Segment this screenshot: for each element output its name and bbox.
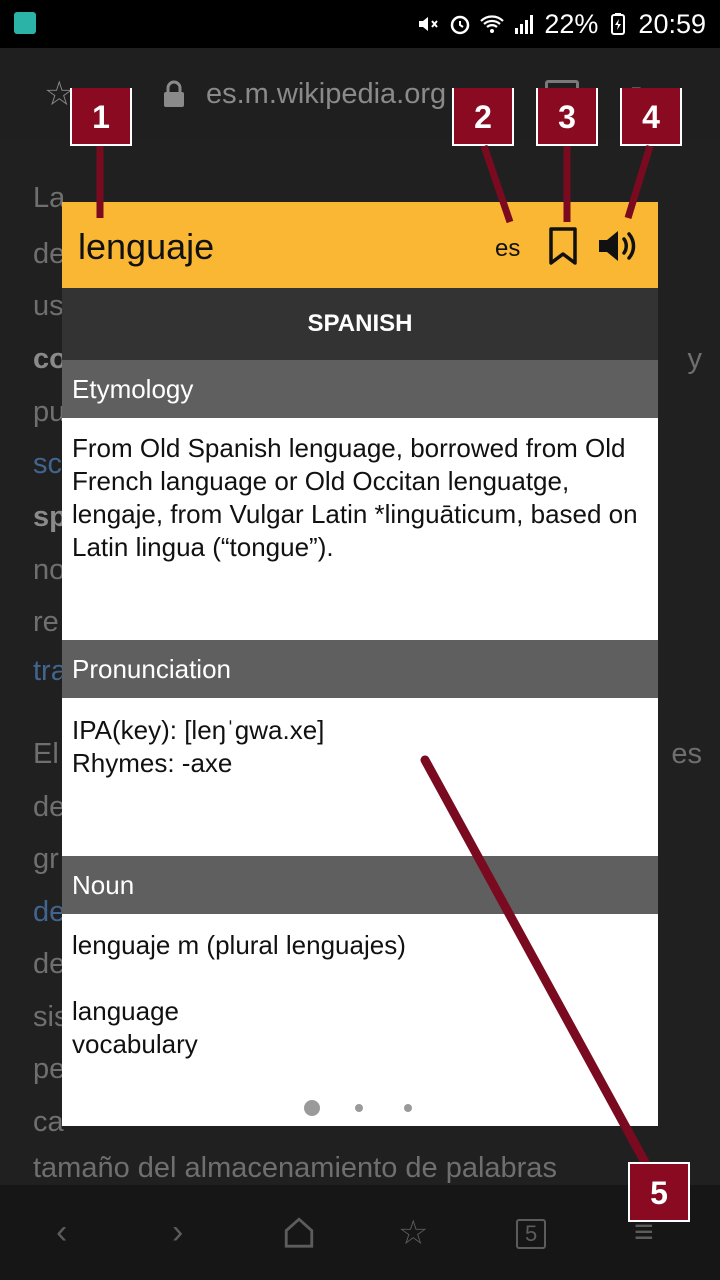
wifi-icon bbox=[480, 15, 505, 33]
battery-icon bbox=[611, 13, 626, 35]
lock-icon bbox=[164, 80, 184, 107]
bg-text-line: de bbox=[33, 238, 66, 270]
annotation-badge-4: 4 bbox=[620, 88, 682, 146]
bg-text-line: us bbox=[33, 290, 64, 322]
bookmarks-star-icon[interactable]: ☆ bbox=[398, 1213, 428, 1253]
page-dot[interactable] bbox=[404, 1104, 412, 1112]
status-right: 22% 20:59 bbox=[416, 6, 706, 42]
bg-text-line: pu bbox=[33, 396, 66, 428]
home-icon[interactable] bbox=[282, 1215, 316, 1249]
ipa-text: IPA(key): [leŋˈgwa.xe] bbox=[72, 715, 325, 745]
tabs-button[interactable]: 5 bbox=[516, 1219, 547, 1249]
bg-bottom-line: tamaño del almacenamiento de palabras bbox=[33, 1152, 557, 1184]
mute-icon bbox=[419, 17, 439, 31]
forward-icon[interactable]: › bbox=[172, 1213, 183, 1252]
annotation-badge-3: 3 bbox=[536, 88, 598, 146]
alarm-icon bbox=[451, 15, 470, 35]
language-code-button[interactable]: es bbox=[495, 235, 520, 263]
annotation-badge-5: 5 bbox=[628, 1162, 690, 1222]
app-notification-icon bbox=[14, 12, 36, 34]
signal-icon bbox=[515, 15, 534, 34]
popup-header: lenguaje es bbox=[62, 202, 658, 288]
annotation-badge-2: 2 bbox=[452, 88, 514, 146]
section-heading-noun: Noun bbox=[62, 856, 658, 914]
page-dot-active[interactable] bbox=[304, 1100, 320, 1116]
bg-text-line: no bbox=[33, 554, 66, 586]
bg-text-line: sc bbox=[33, 448, 62, 480]
rhymes-text: Rhymes: -axe bbox=[72, 748, 233, 778]
dictionary-popup: lenguaje es SPANISH Etymology From Old S… bbox=[62, 202, 658, 1126]
section-heading-etymology: Etymology bbox=[62, 360, 658, 418]
speaker-icon[interactable] bbox=[596, 226, 640, 266]
noun-sense: vocabulary bbox=[72, 1029, 198, 1059]
noun-sense: language bbox=[72, 996, 179, 1026]
bookmark-icon[interactable] bbox=[546, 226, 580, 266]
browser-bottom-nav: ‹ › ☆ 5 ≡ bbox=[0, 1185, 720, 1280]
section-heading-pronunciation: Pronunciation bbox=[62, 640, 658, 698]
noun-headword: lenguaje m (plural lenguajes) bbox=[72, 930, 406, 960]
bg-text-line: re bbox=[33, 606, 59, 638]
annotation-badge-1: 1 bbox=[70, 88, 132, 146]
bg-text-line: gr bbox=[33, 843, 59, 875]
etymology-text: From Old Spanish lenguage, borrowed from… bbox=[72, 433, 638, 562]
language-title: SPANISH bbox=[62, 288, 658, 360]
bg-text-line: La bbox=[33, 182, 66, 214]
back-icon[interactable]: ‹ bbox=[56, 1213, 67, 1252]
status-bar: 22% 20:59 bbox=[0, 0, 720, 48]
bg-text-right: y bbox=[687, 343, 703, 375]
bg-text-right: es bbox=[671, 738, 702, 770]
url-text[interactable]: es.m.wikipedia.org bbox=[206, 78, 446, 111]
clock: 20:59 bbox=[638, 8, 706, 39]
bg-text-line: ca bbox=[33, 1106, 64, 1138]
bg-text-line: de bbox=[33, 791, 66, 823]
page-dot[interactable] bbox=[355, 1104, 363, 1112]
bg-text-line: El bbox=[33, 738, 59, 770]
bg-text-line: pe bbox=[33, 1053, 66, 1085]
bg-text-line: de bbox=[33, 896, 66, 928]
battery-percent: 22% bbox=[544, 8, 599, 39]
popup-word: lenguaje bbox=[78, 226, 215, 267]
bg-text-line: de bbox=[33, 948, 66, 980]
